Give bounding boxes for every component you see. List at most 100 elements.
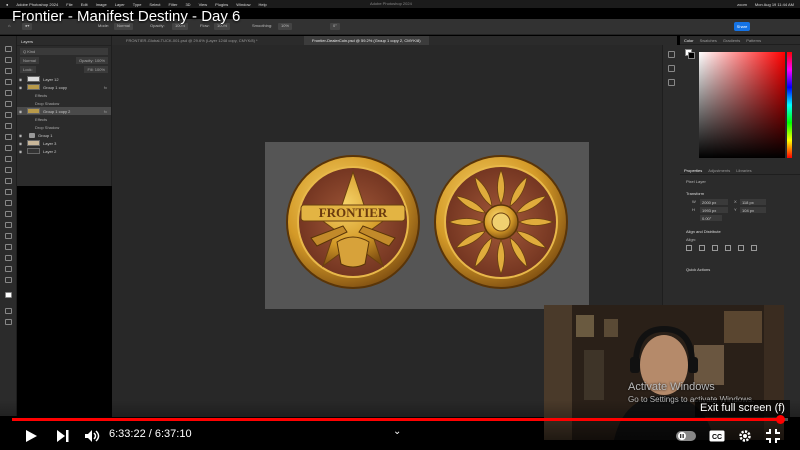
- align-center-icon[interactable]: [699, 245, 705, 251]
- play-icon[interactable]: [24, 429, 38, 443]
- layer-row[interactable]: ◉ Layer 2: [17, 147, 111, 155]
- doc-tab-dealer-coin[interactable]: Frontier-DealerCoin.psd @ 59.2% (Group 1…: [304, 36, 429, 45]
- visibility-eye-icon[interactable]: ◉: [17, 133, 24, 138]
- layer-row[interactable]: ◉ Group 1 copy 2 fx: [17, 107, 111, 115]
- layer-fill-field[interactable]: Fill: 100%: [84, 66, 108, 73]
- width-field[interactable]: 2000 px: [700, 199, 728, 205]
- menu-file[interactable]: File: [66, 2, 72, 7]
- menu-select[interactable]: Select: [149, 2, 160, 7]
- blend-mode-select[interactable]: Normal: [20, 57, 39, 64]
- tab-adjustments[interactable]: Adjustments: [708, 168, 730, 173]
- menu-image[interactable]: Image: [96, 2, 107, 7]
- align-right-icon[interactable]: [712, 245, 718, 251]
- foreground-color-swatch[interactable]: [5, 292, 12, 298]
- quick-actions-heading[interactable]: Quick Actions: [686, 267, 710, 272]
- type-tool-icon[interactable]: [5, 222, 12, 228]
- move-tool-icon[interactable]: [5, 46, 12, 52]
- exit-fullscreen-icon[interactable]: [766, 429, 780, 443]
- tab-swatches[interactable]: Swatches: [700, 38, 717, 43]
- lasso-tool-icon[interactable]: [5, 68, 12, 74]
- y-field[interactable]: 104 px: [740, 207, 766, 213]
- height-field[interactable]: 1993 px: [700, 207, 728, 213]
- shape-tool-icon[interactable]: [5, 244, 12, 250]
- settings-gear-icon[interactable]: [738, 429, 752, 443]
- character-panel-icon[interactable]: [668, 79, 675, 86]
- align-middle-icon[interactable]: [738, 245, 744, 251]
- eyedropper-tool-icon[interactable]: [5, 112, 12, 118]
- layer-fx-badge[interactable]: fx: [104, 109, 111, 114]
- tab-libraries[interactable]: Libraries: [736, 168, 751, 173]
- tab-gradients[interactable]: Gradients: [723, 38, 740, 43]
- share-button[interactable]: Share: [734, 22, 750, 31]
- angle-field[interactable]: 0°: [330, 23, 340, 30]
- layer-row[interactable]: ◉ Layer 12: [17, 75, 111, 83]
- tab-properties[interactable]: Properties: [684, 168, 702, 173]
- blur-tool-icon[interactable]: [5, 189, 12, 195]
- subtitles-icon[interactable]: CC: [709, 430, 725, 442]
- doc-tab-global-tuck[interactable]: FRONTIER-Global-TUCK-001.psd @ 29.6% (La…: [118, 36, 266, 45]
- more-tools-icon[interactable]: [5, 277, 12, 283]
- color-picker-field[interactable]: [699, 52, 785, 158]
- healing-tool-icon[interactable]: [5, 123, 12, 129]
- tab-color[interactable]: Color: [684, 38, 694, 43]
- visibility-eye-icon[interactable]: ◉: [17, 149, 24, 154]
- brush-tool-icon[interactable]: [5, 134, 12, 140]
- menu-window[interactable]: Window: [236, 2, 250, 7]
- layer-effect-row[interactable]: Effects: [17, 115, 111, 123]
- visibility-eye-icon[interactable]: ◉: [17, 85, 24, 90]
- dodge-tool-icon[interactable]: [5, 200, 12, 206]
- zoom-status[interactable]: zoom: [737, 2, 747, 7]
- menu-app[interactable]: Adobe Photoshop 2024: [16, 2, 58, 7]
- align-bottom-icon[interactable]: [751, 245, 757, 251]
- quick-mask-icon[interactable]: [5, 308, 12, 314]
- align-left-icon[interactable]: [686, 245, 692, 251]
- frame-tool-icon[interactable]: [5, 101, 12, 107]
- eraser-tool-icon[interactable]: [5, 167, 12, 173]
- layer-effect-row[interactable]: Effects: [17, 91, 111, 99]
- background-swatch[interactable]: [688, 52, 695, 59]
- gradient-tool-icon[interactable]: [5, 178, 12, 184]
- fg-bg-swatches[interactable]: [685, 49, 695, 65]
- visibility-eye-icon[interactable]: ◉: [17, 77, 24, 82]
- layers-panel-title[interactable]: Layers: [17, 36, 111, 46]
- menu-help[interactable]: Help: [259, 2, 267, 7]
- autoplay-toggle-icon[interactable]: [676, 431, 696, 441]
- x-field[interactable]: 118 px: [740, 199, 766, 205]
- pen-tool-icon[interactable]: [5, 211, 12, 217]
- transform-heading[interactable]: Transform: [686, 191, 704, 196]
- document-canvas[interactable]: FRONTIER: [265, 142, 589, 309]
- layer-filter[interactable]: Q Kind: [20, 48, 108, 55]
- layer-row[interactable]: ◉ Group 1 copy fx: [17, 83, 111, 91]
- history-panel-icon[interactable]: [668, 51, 675, 58]
- next-icon[interactable]: [56, 430, 70, 442]
- menu-layer[interactable]: Layer: [115, 2, 125, 7]
- hue-slider[interactable]: [787, 52, 792, 158]
- home-icon[interactable]: ⌂: [8, 23, 10, 30]
- hand-tool-icon[interactable]: [5, 255, 12, 261]
- smoothing-field[interactable]: 10%: [278, 23, 293, 30]
- layer-opacity-field[interactable]: Opacity: 100%: [75, 57, 108, 64]
- apple-menu-icon[interactable]: ●: [6, 2, 8, 7]
- layer-fx-badge[interactable]: fx: [104, 85, 111, 90]
- history-brush-tool-icon[interactable]: [5, 156, 12, 162]
- layer-row[interactable]: ◉ Group 1: [17, 131, 111, 139]
- menu-edit[interactable]: Edit: [81, 2, 88, 7]
- menu-view[interactable]: View: [199, 2, 208, 7]
- screen-mode-icon[interactable]: [5, 319, 12, 325]
- tab-patterns[interactable]: Patterns: [746, 38, 761, 43]
- menu-3d[interactable]: 3D: [185, 2, 190, 7]
- layer-effect-row[interactable]: Drop Shadow: [17, 99, 111, 107]
- menu-plugins[interactable]: Plugins: [215, 2, 228, 7]
- chevron-down-icon[interactable]: ⌄: [393, 426, 401, 437]
- crop-tool-icon[interactable]: [5, 90, 12, 96]
- angle-field-props[interactable]: 0.00°: [700, 215, 722, 221]
- menu-filter[interactable]: Filter: [169, 2, 178, 7]
- layer-row[interactable]: ◉ Layer 3: [17, 139, 111, 147]
- align-distribute-heading[interactable]: Align and Distribute: [686, 229, 721, 234]
- menu-type[interactable]: Type: [133, 2, 142, 7]
- layer-effect-row[interactable]: Drop Shadow: [17, 123, 111, 131]
- visibility-eye-icon[interactable]: ◉: [17, 141, 24, 146]
- path-select-tool-icon[interactable]: [5, 233, 12, 239]
- magic-wand-tool-icon[interactable]: [5, 79, 12, 85]
- progress-bar[interactable]: [12, 415, 788, 424]
